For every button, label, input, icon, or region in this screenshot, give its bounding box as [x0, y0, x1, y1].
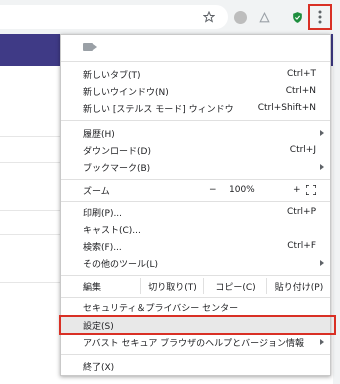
history-label: 履歴(H)	[83, 129, 115, 140]
bookmarks-label: ブックマーク(B)	[83, 163, 151, 174]
print-shortcut: Ctrl+P	[287, 207, 316, 217]
browser-menu: 新しいタブ(T) Ctrl+T 新しいウインドウ(N) Ctrl+N 新しい […	[59, 34, 336, 376]
menu-separator	[61, 179, 330, 180]
find-label: 検索(F)...	[83, 242, 122, 253]
menu-item-downloads[interactable]: ダウンロード(D) Ctrl+J	[61, 141, 330, 159]
exit-label: 終了(X)	[83, 362, 115, 373]
zoom-out-button[interactable]: −	[209, 185, 217, 195]
new-window-label: 新しいウインドウ(N)	[83, 87, 169, 98]
menu-separator	[61, 61, 330, 62]
cut-button[interactable]: 切り取り(T)	[140, 278, 204, 294]
menu-separator	[61, 201, 330, 202]
menu-item-find[interactable]: 検索(F)... Ctrl+F	[61, 237, 330, 255]
menu-item-more-tools[interactable]: その他のツール(L)	[61, 254, 330, 272]
menu-item-print[interactable]: 印刷(P)... Ctrl+P	[61, 203, 330, 221]
menu-item-help[interactable]: アバスト セキュア ブラウザのヘルプとバージョン情報	[61, 333, 330, 351]
paste-button[interactable]: 貼り付け(P)	[266, 278, 331, 294]
edit-label: 編集	[83, 282, 102, 293]
print-label: 印刷(P)...	[83, 208, 123, 219]
menu-item-bookmarks[interactable]: ブックマーク(B)	[61, 158, 330, 176]
zoom-label: ズーム	[83, 186, 110, 197]
menu-item-new-incognito[interactable]: 新しい [ステルス モード] ウィンドウ Ctrl+Shift+N	[61, 99, 330, 117]
menu-button-highlight	[308, 4, 332, 30]
browser-toolbar	[0, 0, 340, 35]
settings-highlight	[59, 315, 336, 335]
menu-item-cast[interactable]: キャスト(C)...	[61, 220, 330, 238]
menu-item-security[interactable]: セキュリティ＆プライバシー センター	[61, 298, 330, 316]
submenu-arrow-icon	[320, 164, 324, 170]
security-label: セキュリティ＆プライバシー センター	[83, 303, 239, 314]
menu-item-new-window[interactable]: 新しいウインドウ(N) Ctrl+N	[61, 82, 330, 100]
menu-item-exit[interactable]: 終了(X)	[61, 357, 330, 375]
menu-item-history[interactable]: 履歴(H)	[61, 124, 330, 142]
submenu-arrow-icon	[320, 130, 324, 136]
submenu-arrow-icon	[320, 260, 324, 266]
zoom-value: 100%	[229, 185, 255, 195]
menu-item-new-tab[interactable]: 新しいタブ(T) Ctrl+T	[61, 65, 330, 83]
page-content	[0, 66, 62, 384]
help-label: アバスト セキュア ブラウザのヘルプとバージョン情報	[83, 338, 305, 349]
extension-hat-icon[interactable]	[254, 7, 274, 27]
address-bar[interactable]	[0, 5, 228, 29]
copy-button[interactable]: コピー(C)	[203, 278, 267, 294]
shield-check-icon[interactable]	[287, 7, 307, 27]
extension-ab-icon[interactable]	[230, 7, 250, 27]
bookmark-star-icon[interactable]	[199, 7, 219, 27]
new-tab-shortcut: Ctrl+T	[286, 69, 316, 79]
menu-item-edit: 編集 切り取り(T) コピー(C) 貼り付け(P)	[61, 276, 330, 296]
zoom-in-button[interactable]: +	[293, 185, 301, 195]
submenu-arrow-icon	[320, 339, 324, 345]
cast-label: キャスト(C)...	[83, 225, 141, 236]
menu-item-zoom: ズーム − 100% +	[61, 181, 330, 199]
menu-separator	[61, 120, 330, 121]
new-incognito-label: 新しい [ステルス モード] ウィンドウ	[83, 104, 234, 115]
more-tools-label: その他のツール(L)	[83, 259, 159, 270]
new-tab-label: 新しいタブ(T)	[83, 70, 141, 81]
downloads-label: ダウンロード(D)	[83, 146, 151, 157]
downloads-shortcut: Ctrl+J	[289, 145, 316, 155]
video-camera-icon	[83, 43, 97, 51]
fullscreen-icon[interactable]	[305, 184, 317, 196]
menu-separator	[61, 354, 330, 355]
find-shortcut: Ctrl+F	[287, 241, 316, 251]
new-window-shortcut: Ctrl+N	[285, 86, 316, 96]
new-incognito-shortcut: Ctrl+Shift+N	[257, 103, 316, 113]
